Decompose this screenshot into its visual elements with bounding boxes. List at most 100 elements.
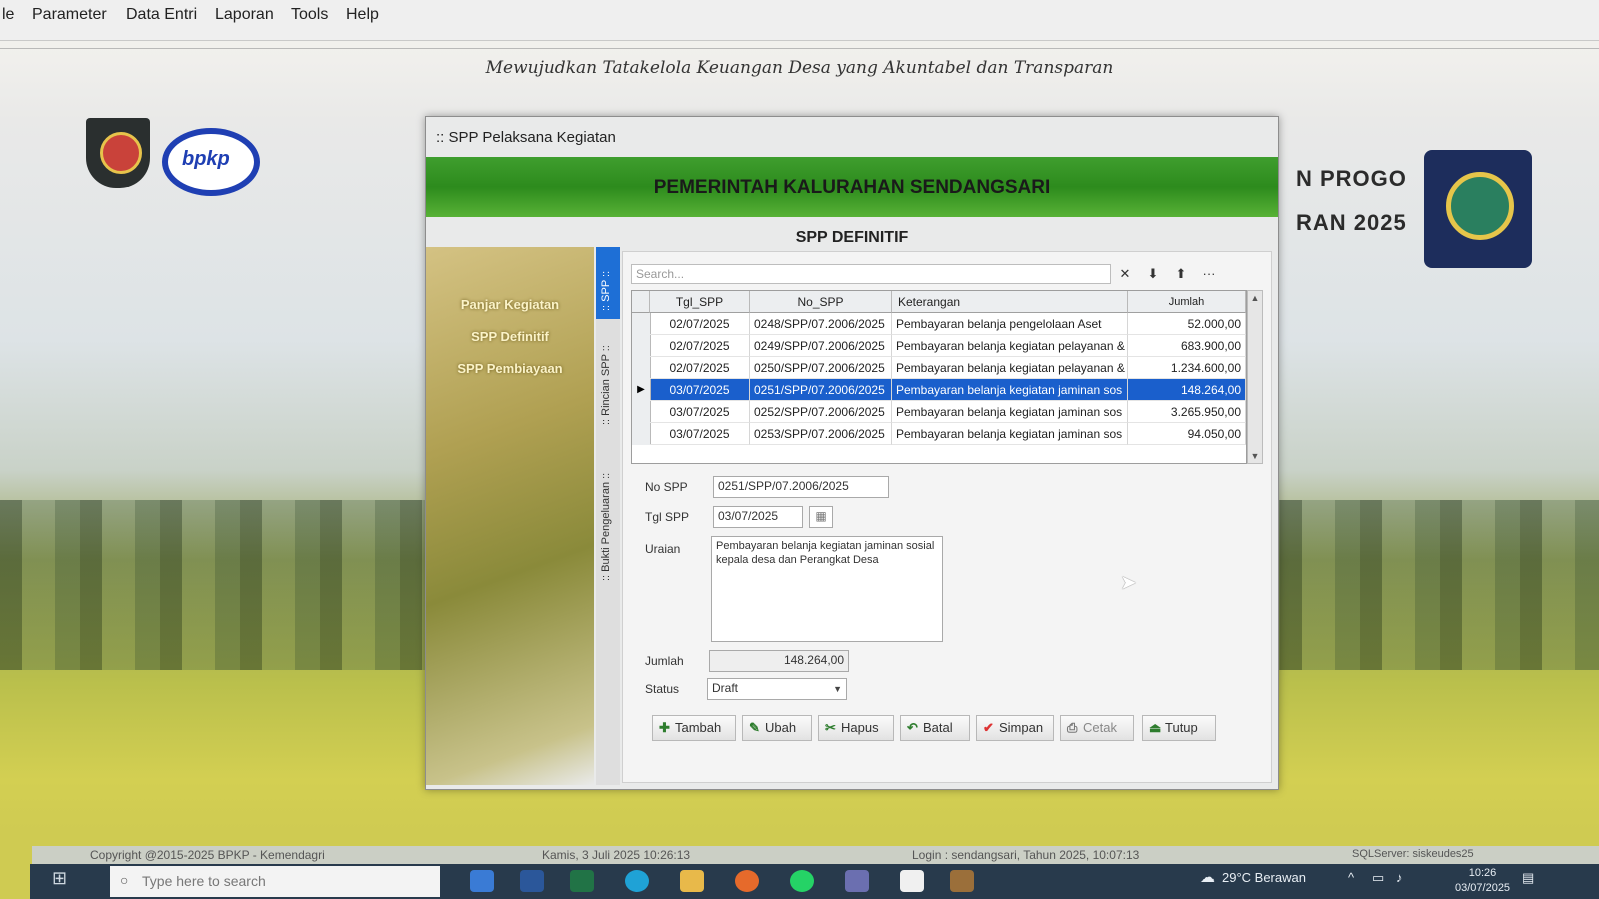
uraian-textarea[interactable]: Pembayaran belanja kegiatan jaminan sosi…: [711, 536, 943, 642]
server-info: SQLServer: siskeudes25: [1352, 848, 1474, 860]
status-bar: Copyright @2015-2025 BPKP - Kemendagri K…: [32, 846, 1599, 864]
divider: [0, 48, 1599, 49]
tab-bukti-pengeluaran[interactable]: :: Bukti Pengeluaran ::: [596, 435, 620, 585]
menu-parameter[interactable]: Parameter: [32, 6, 107, 24]
checkmark-icon: ✔: [983, 720, 994, 735]
spp-window: :: SPP Pelaksana Kegiatan PEMERINTAH KAL…: [425, 116, 1279, 790]
uraian-label: Uraian: [645, 542, 681, 556]
row-indicator-header: [632, 291, 650, 313]
mouse-cursor-icon: ➤: [1120, 572, 1137, 594]
window-title: :: SPP Pelaksana Kegiatan: [436, 129, 616, 146]
scroll-up-icon[interactable]: ▲: [1248, 293, 1262, 303]
no-spp-label: No SPP: [645, 480, 688, 494]
taskbar: ⊞ Type here to search ○ ☁ 29°C Berawan ^…: [30, 864, 1599, 899]
col-tgl-spp[interactable]: Tgl_SPP: [650, 291, 750, 313]
col-jumlah[interactable]: Jumlah: [1128, 291, 1246, 313]
cancel-icon: ↶: [907, 720, 918, 735]
app-icon-3[interactable]: [900, 870, 924, 892]
year-title: RAN 2025: [1296, 210, 1407, 235]
col-no-spp[interactable]: No_SPP: [750, 291, 892, 313]
vertical-tabs: :: SPP :: :: Rincian SPP :: :: Bukti Pen…: [596, 247, 620, 785]
simpan-button[interactable]: ✔ Simpan: [976, 715, 1054, 741]
cetak-button[interactable]: ⎙ Cetak: [1060, 715, 1134, 741]
table-scrollbar[interactable]: ▲ ▼: [1247, 290, 1263, 464]
login-info: Login : sendangsari, Tahun 2025, 10:07:1…: [912, 848, 1140, 862]
clock[interactable]: 10:26 03/07/2025: [1455, 866, 1510, 896]
tgl-spp-label: Tgl SPP: [645, 510, 690, 524]
status-label: Status: [645, 682, 680, 696]
ubah-button[interactable]: ✎ Ubah: [742, 715, 812, 741]
banner: PEMERINTAH KALURAHAN SENDANGSARI: [426, 157, 1278, 217]
arrow-up-icon[interactable]: ⬆: [1173, 266, 1189, 282]
scroll-down-icon[interactable]: ▼: [1248, 451, 1262, 461]
close-door-icon: ⏏: [1149, 720, 1162, 735]
left-nav-panel: Panjar Kegiatan SPP Definitif SPP Pembia…: [426, 247, 594, 785]
batal-button[interactable]: ↶ Batal: [900, 715, 970, 741]
bpkp-logo: bpkp: [162, 128, 260, 196]
search-input[interactable]: Search...: [631, 264, 1111, 284]
tab-spp[interactable]: :: SPP ::: [596, 247, 620, 319]
app-icon-4[interactable]: [950, 870, 974, 892]
banner-title: PEMERINTAH KALURAHAN SENDANGSARI: [653, 177, 1051, 198]
tgl-spp-field[interactable]: 03/07/2025: [713, 506, 803, 528]
network-icon[interactable]: ▭: [1372, 870, 1384, 886]
excel-icon[interactable]: [570, 870, 594, 892]
chevron-down-icon: ▼: [833, 684, 842, 694]
table-row[interactable]: 02/07/2025 0248/SPP/07.2006/2025 Pembaya…: [632, 313, 1246, 335]
regency-emblem: [1424, 150, 1532, 268]
tray-chevron-icon[interactable]: ^: [1348, 870, 1354, 885]
table-row[interactable]: 02/07/2025 0250/SPP/07.2006/2025 Pembaya…: [632, 357, 1246, 379]
add-icon: ✚: [659, 720, 670, 735]
notification-icon[interactable]: ▤: [1522, 870, 1534, 886]
col-keterangan[interactable]: Keterangan: [892, 291, 1128, 313]
weather-text[interactable]: 29°C Berawan: [1222, 870, 1306, 885]
no-spp-field[interactable]: 0251/SPP/07.2006/2025: [713, 476, 889, 498]
folder-icon[interactable]: [680, 870, 704, 892]
app-motto: Mewujudkan Tatakelola Keuangan Desa yang…: [485, 58, 1114, 78]
weather-icon: ☁: [1200, 869, 1215, 886]
menu-help[interactable]: Help: [346, 6, 379, 24]
row-pointer-icon: ▶: [632, 379, 651, 401]
hapus-button[interactable]: ✂ Hapus: [818, 715, 894, 741]
firefox-icon[interactable]: [735, 870, 759, 892]
nav-panjar-kegiatan[interactable]: Panjar Kegiatan: [426, 297, 594, 312]
page-subtitle: SPP DEFINITIF: [795, 229, 909, 246]
more-icon[interactable]: ···: [1201, 266, 1217, 281]
printer-icon: ⎙: [1067, 720, 1078, 735]
calendar-icon[interactable]: ▦: [809, 506, 833, 528]
copyright-text: Copyright @2015-2025 BPKP - Kemendagri: [90, 848, 325, 862]
table-row[interactable]: 03/07/2025 0253/SPP/07.2006/2025 Pembaya…: [632, 423, 1246, 445]
menu-tools[interactable]: Tools: [291, 6, 328, 24]
kemendagri-logo: [86, 118, 150, 188]
tambah-button[interactable]: ✚ Tambah: [652, 715, 736, 741]
whatsapp-icon[interactable]: [790, 870, 814, 892]
app-icon-1[interactable]: [470, 870, 494, 892]
region-title: N PROGO: [1296, 166, 1407, 191]
edge-icon[interactable]: [625, 870, 649, 892]
taskbar-search[interactable]: Type here to search: [110, 866, 440, 897]
search-icon: ○: [120, 872, 129, 888]
edit-icon: ✎: [749, 720, 760, 735]
nav-spp-definitif[interactable]: SPP Definitif: [426, 329, 594, 344]
arrow-down-icon[interactable]: ⬇: [1145, 266, 1161, 282]
menu-data-entri[interactable]: Data Entri: [126, 6, 197, 24]
spp-content: Search... ✕ ⬇ ⬆ ··· Tgl_SPP No_SPP Keter…: [622, 251, 1272, 783]
table-row-selected[interactable]: ▶ 03/07/2025 0251/SPP/07.2006/2025 Pemba…: [632, 379, 1246, 401]
word-icon[interactable]: [520, 870, 544, 892]
nav-spp-pembiayaan[interactable]: SPP Pembiayaan: [426, 361, 594, 376]
table-row[interactable]: 03/07/2025 0252/SPP/07.2006/2025 Pembaya…: [632, 401, 1246, 423]
volume-icon[interactable]: ♪: [1396, 870, 1403, 885]
menu-laporan[interactable]: Laporan: [215, 6, 274, 24]
tab-rincian-spp[interactable]: :: Rincian SPP ::: [596, 321, 620, 429]
close-icon[interactable]: ✕: [1117, 266, 1133, 282]
menu-file[interactable]: le: [2, 6, 14, 24]
menu-bar: le Parameter Data Entri Laporan Tools He…: [0, 0, 1599, 41]
desktop: le Parameter Data Entri Laporan Tools He…: [0, 0, 1599, 899]
table-row[interactable]: 02/07/2025 0249/SPP/07.2006/2025 Pembaya…: [632, 335, 1246, 357]
status-select[interactable]: Draft ▼: [707, 678, 847, 700]
spp-table: Tgl_SPP No_SPP Keterangan Jumlah 02/07/2…: [631, 290, 1247, 464]
app-icon-2[interactable]: [845, 870, 869, 892]
tutup-button[interactable]: ⏏ Tutup: [1142, 715, 1216, 741]
current-datetime: Kamis, 3 Juli 2025 10:26:13: [542, 848, 691, 862]
delete-icon: ✂: [825, 720, 836, 735]
